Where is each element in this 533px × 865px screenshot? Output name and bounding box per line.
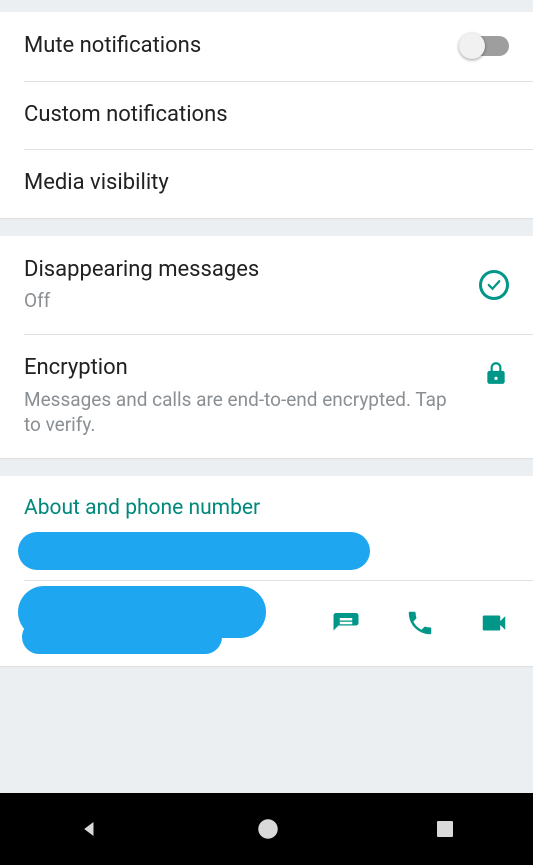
mute-label: Mute notifications bbox=[24, 32, 461, 61]
voice-call-icon[interactable] bbox=[405, 608, 435, 638]
encryption-label: Encryption bbox=[24, 354, 467, 383]
disappearing-value: Off bbox=[24, 288, 479, 314]
nav-recents-icon[interactable] bbox=[433, 817, 457, 841]
video-call-icon[interactable] bbox=[479, 608, 509, 638]
about-header: About and phone number bbox=[0, 476, 533, 528]
phone-number-row[interactable]: Mobile bbox=[0, 580, 533, 666]
chat-icon[interactable] bbox=[331, 608, 361, 638]
custom-notifications-row[interactable]: Custom notifications bbox=[0, 81, 533, 150]
mute-toggle[interactable] bbox=[461, 36, 509, 56]
media-label: Media visibility bbox=[24, 169, 509, 198]
redaction-status bbox=[18, 532, 370, 570]
about-status-block[interactable]: 5 January 2018 bbox=[0, 538, 533, 580]
android-navbar bbox=[0, 793, 533, 865]
timer-icon bbox=[479, 270, 509, 300]
mute-notifications-row[interactable]: Mute notifications bbox=[0, 12, 533, 81]
disappearing-label: Disappearing messages bbox=[24, 256, 479, 285]
encryption-sub: Messages and calls are end-to-end encryp… bbox=[24, 387, 467, 438]
media-visibility-row[interactable]: Media visibility bbox=[0, 149, 533, 218]
contact-info-screen: Mute notifications Custom notifications … bbox=[0, 0, 533, 793]
privacy-section: Disappearing messages Off Encryption Mes… bbox=[0, 236, 533, 458]
lock-icon bbox=[483, 360, 509, 386]
nav-back-icon[interactable] bbox=[76, 815, 104, 843]
encryption-row[interactable]: Encryption Messages and calls are end-to… bbox=[0, 334, 533, 458]
phone-actions bbox=[331, 608, 509, 638]
about-section: About and phone number 5 January 2018 Mo… bbox=[0, 476, 533, 666]
disappearing-messages-row[interactable]: Disappearing messages Off bbox=[0, 236, 533, 334]
redaction-phone-2 bbox=[22, 620, 222, 654]
toggle-knob bbox=[459, 33, 485, 59]
notifications-section: Mute notifications Custom notifications … bbox=[0, 12, 533, 218]
nav-home-icon[interactable] bbox=[255, 816, 281, 842]
custom-label: Custom notifications bbox=[24, 101, 509, 130]
